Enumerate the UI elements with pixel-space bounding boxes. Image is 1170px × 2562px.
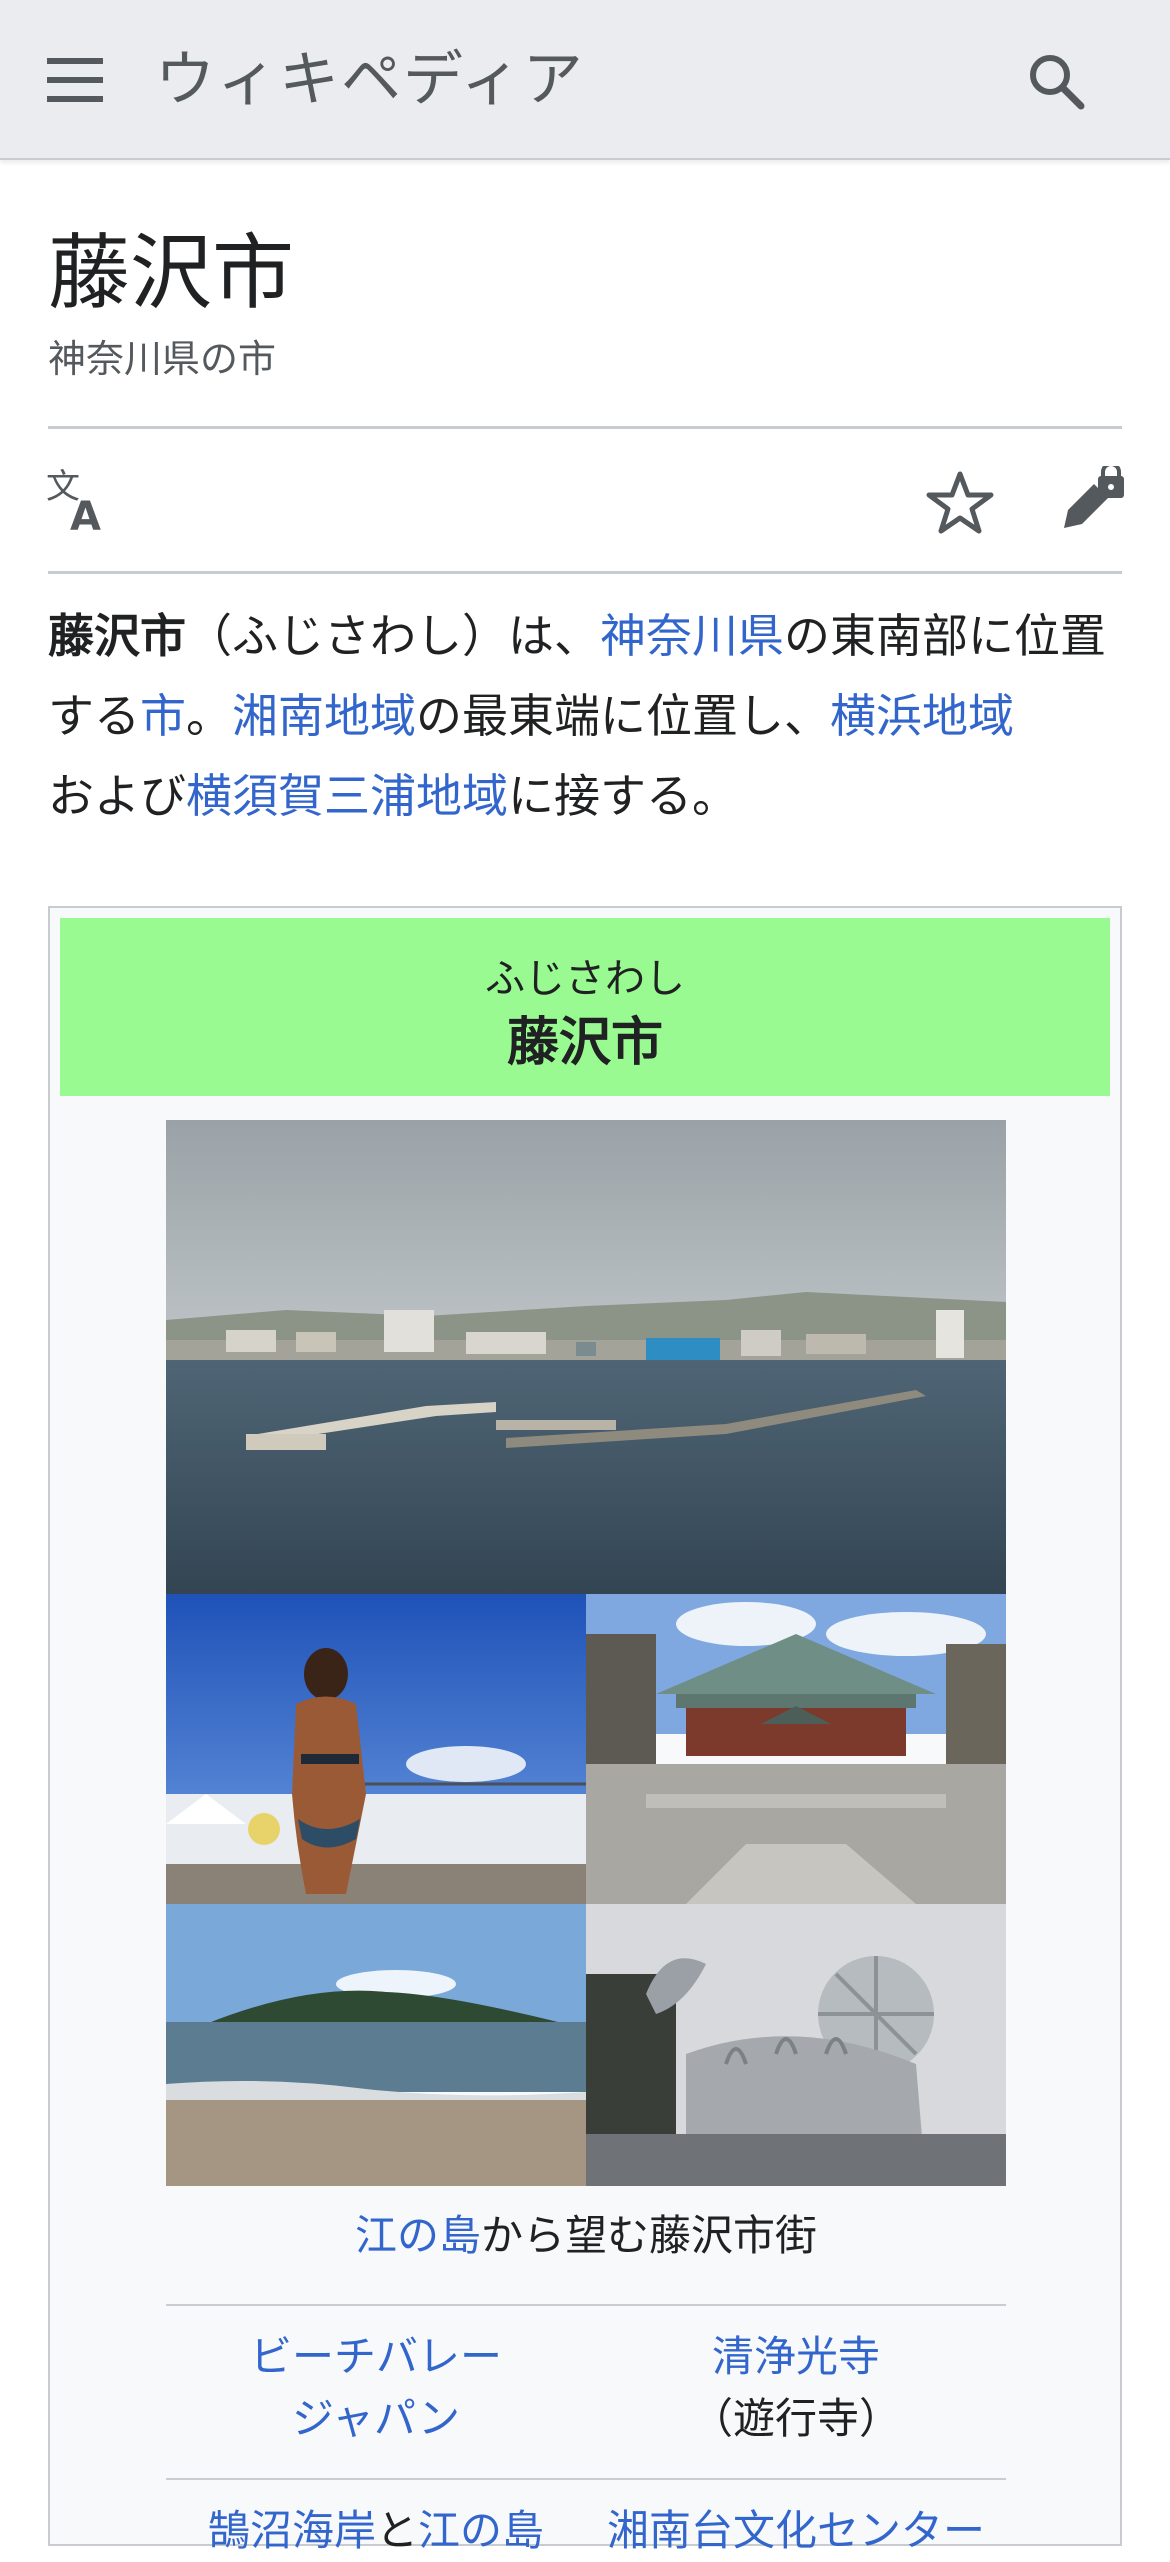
star-icon — [926, 471, 994, 534]
caption-temple: 清浄光寺 （遊行寺） — [586, 2326, 1006, 2450]
infobox: ふじさわし 藤沢市 江の島から望む藤沢市街 ビーチバレージャパン 清浄光寺 （遊… — [48, 906, 1122, 2555]
edit-button[interactable] — [1058, 462, 1128, 536]
caption-beach-volley: ビーチバレージャパン — [166, 2326, 586, 2450]
lead-text: および — [48, 769, 186, 823]
link-shonan-region[interactable]: 湘南地域 — [232, 689, 416, 743]
infobox-reading: ふじさわし — [485, 956, 685, 1002]
caption-coast: 鵠沼海岸と江の島 — [166, 2500, 586, 2562]
caption-text: と — [375, 2506, 418, 2555]
infobox-main-caption: 江の島から望む藤沢市街 — [166, 2208, 1006, 2264]
link-kanagawa[interactable]: 神奈川県 — [600, 609, 784, 663]
page-title: 藤沢市 — [48, 226, 295, 321]
edit-locked-icon — [1064, 462, 1124, 528]
photo-beach-volley[interactable] — [166, 1594, 586, 1904]
language-icon: 文 A — [46, 467, 101, 540]
svg-text:A: A — [70, 494, 101, 538]
link-shonandai-culture-center[interactable]: 湘南台文化センター — [607, 2506, 985, 2555]
link-shojoko-ji[interactable]: 清浄光寺 — [712, 2332, 880, 2381]
photo-cityscape-from-enoshima[interactable] — [166, 1120, 1006, 1594]
lead-paragraph: 藤沢市（ふじさわし）は、神奈川県の東南部に位置する市。湘南地域の最東端に位置し、… — [48, 596, 1128, 836]
temple-alias: （遊行寺） — [690, 2394, 901, 2443]
action-bar-divider — [48, 571, 1122, 574]
search-button[interactable] — [1020, 45, 1092, 117]
search-icon — [1030, 55, 1085, 110]
lead-text: 。 — [186, 689, 232, 743]
lead-bold-title: 藤沢市 — [48, 609, 186, 663]
infobox-name: 藤沢市 — [506, 1013, 663, 1073]
language-button[interactable]: 文 A — [44, 467, 114, 540]
caption-text: から望む藤沢市街 — [481, 2211, 818, 2260]
caption-divider — [166, 2304, 1006, 2306]
link-city[interactable]: 市 — [140, 689, 186, 743]
watch-button[interactable] — [925, 468, 995, 538]
caption-culture-center: 湘南台文化センター — [586, 2500, 1006, 2562]
link-kugenuma-coast[interactable]: 鵠沼海岸 — [208, 2506, 376, 2555]
site-title-wordmark[interactable]: ウィキペディア — [155, 38, 585, 122]
link-beach-volley-japan[interactable]: ビーチバレージャパン — [236, 2326, 516, 2450]
top-header-bar: ウィキペディア — [0, 0, 1170, 160]
photo-shonandai-culture-center[interactable] — [586, 1904, 1006, 2186]
lead-text: （ふじさわし）は、 — [186, 609, 600, 663]
lead-text: の最東端に位置し、 — [416, 689, 830, 743]
link-enoshima-2[interactable]: 江の島 — [418, 2506, 544, 2555]
link-yokosuka-miura-region[interactable]: 横須賀三浦地域 — [186, 769, 508, 823]
link-yokohama-region[interactable]: 横浜地域 — [830, 689, 1014, 743]
infobox-header: ふじさわし 藤沢市 — [60, 918, 1110, 1096]
photo-shojoko-ji-temple[interactable] — [586, 1594, 1006, 1904]
photo-kugenuma-coast-enoshima[interactable] — [166, 1904, 586, 2186]
lead-text: に接する。 — [508, 769, 738, 823]
title-divider — [48, 426, 1122, 429]
caption-divider — [166, 2478, 1006, 2480]
main-menu-button[interactable] — [40, 45, 110, 115]
page-subtitle: 神奈川県の市 — [48, 337, 277, 381]
link-enoshima[interactable]: 江の島 — [355, 2211, 481, 2260]
hamburger-menu-icon — [47, 58, 103, 102]
